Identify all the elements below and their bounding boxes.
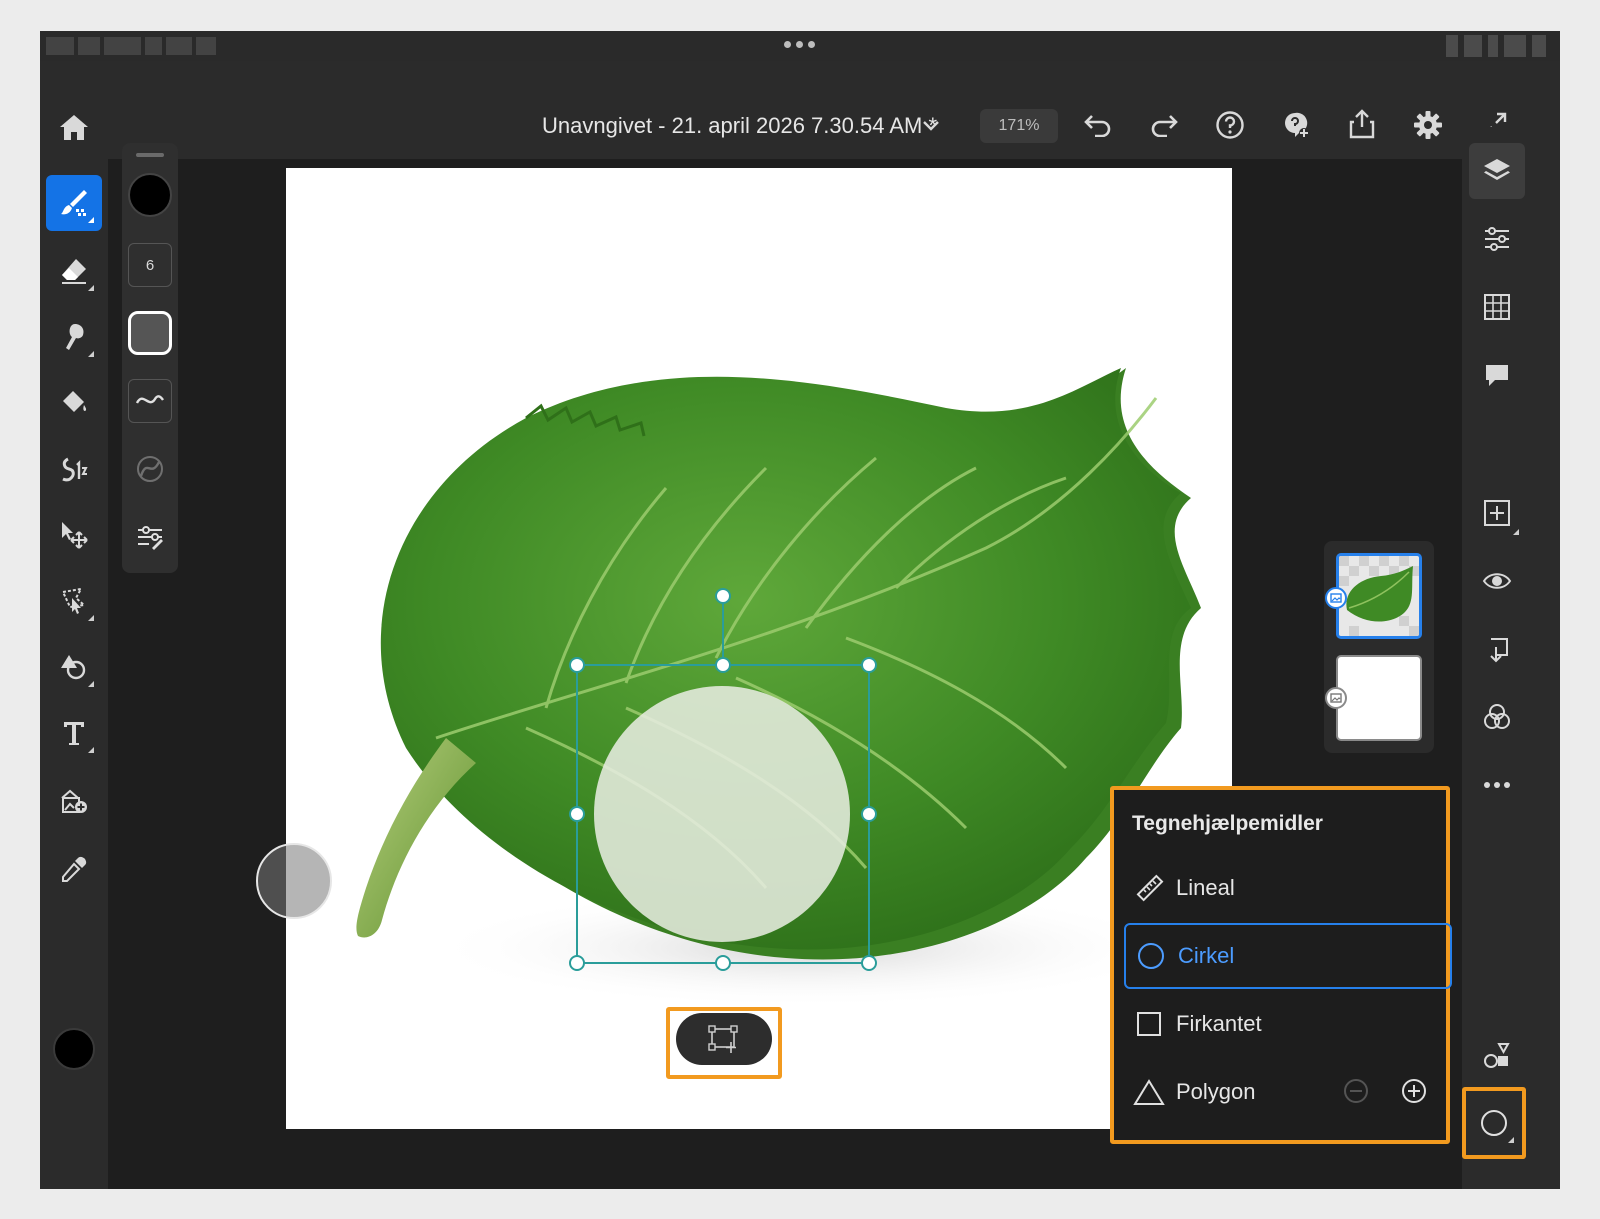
adjustments-icon[interactable] [1469,211,1525,267]
status-bar-right-blurred [1406,35,1546,57]
circle-drawing-aid[interactable] [286,168,1232,1129]
right-toolbar [1462,127,1560,1189]
brush-options-panel: 6 [122,143,178,573]
drawing-aids-popover: Tegnehjælpemidler Lineal Cirkel Firkante… [1110,786,1452,1144]
undo-icon[interactable] [1080,107,1116,143]
eraser-tool[interactable] [46,243,102,299]
panel-handle[interactable] [136,153,164,157]
square-icon [1126,1010,1172,1038]
polygon-decrease-icon[interactable] [1342,1077,1370,1105]
move-tool[interactable] [46,507,102,563]
brush-tool[interactable] [46,175,102,231]
triangle-icon [1126,1078,1172,1106]
multitask-dots-icon[interactable] [784,41,815,48]
status-bar [40,31,1560,61]
layers-thumbnail-panel [1324,541,1434,753]
type-tool[interactable] [46,705,102,761]
shape-assist-icon[interactable] [1469,1027,1525,1083]
brush-color-swatch[interactable] [128,173,172,217]
learn-icon[interactable] [1278,107,1314,143]
drawing-aid-square[interactable]: Firkantet [1124,993,1452,1055]
layer-type-icon [1325,587,1347,609]
layer-type-icon [1325,687,1347,709]
brush-tip-preview[interactable] [128,311,172,355]
drawing-aid-polygon[interactable]: Polygon [1124,1061,1452,1123]
popover-title: Tegnehjælpemidler [1132,812,1323,835]
lasso-select-tool[interactable] [46,573,102,629]
paint-bucket-tool[interactable] [46,375,102,431]
drawing-aid-circle[interactable]: Cirkel [1124,923,1452,989]
eyedropper-tool[interactable] [46,841,102,897]
pressure-icon[interactable] [128,447,172,491]
top-bar: Unavngivet - 21. april 2026 7.30.54 AM *… [40,61,1560,159]
layer-thumb-leaf[interactable] [1336,553,1422,639]
redo-icon[interactable] [1146,107,1182,143]
left-toolbar [40,159,108,1189]
place-image-tool[interactable] [46,773,102,829]
comment-icon[interactable] [1469,347,1525,403]
gear-icon[interactable] [1410,107,1446,143]
touch-modifier-button[interactable] [256,843,332,919]
brush-size-field[interactable]: 6 [128,243,172,287]
smudge-tool[interactable] [46,309,102,365]
chevron-down-icon[interactable] [916,113,946,139]
add-layer-icon[interactable] [1469,485,1525,541]
layer-thumb-background[interactable] [1336,655,1422,741]
transform-icon [708,1025,738,1053]
circle-icon [1128,941,1174,971]
layer-properties-icon[interactable] [1469,621,1525,677]
smoothing-icon[interactable] [128,379,172,423]
more-options-icon[interactable] [1469,757,1525,813]
share-icon[interactable] [1344,105,1380,143]
document-canvas[interactable] [286,168,1232,1129]
brush-settings-icon[interactable] [128,515,172,559]
visibility-eye-icon[interactable] [1469,553,1525,609]
app-frame: Unavngivet - 21. april 2026 7.30.54 AM *… [40,31,1560,1189]
grid-mask-icon[interactable] [1469,279,1525,335]
ruler-icon [1126,873,1172,903]
shape-tool[interactable] [46,639,102,695]
document-title[interactable]: Unavngivet - 21. april 2026 7.30.54 AM * [542,113,937,139]
drawing-aid-ruler[interactable]: Lineal [1124,857,1452,919]
healing-brush-tool[interactable] [46,441,102,497]
layers-icon[interactable] [1469,143,1525,199]
zoom-level[interactable]: 171% [980,109,1058,143]
drawing-aids-circle-icon[interactable] [1466,1095,1522,1151]
foreground-color-swatch[interactable] [53,1028,95,1070]
status-bar-left-blurred [46,37,216,55]
transform-button[interactable] [676,1013,772,1065]
home-icon[interactable] [54,107,94,147]
polygon-increase-icon[interactable] [1400,1077,1428,1105]
help-icon[interactable] [1212,107,1248,143]
blend-mode-icon[interactable] [1469,689,1525,745]
